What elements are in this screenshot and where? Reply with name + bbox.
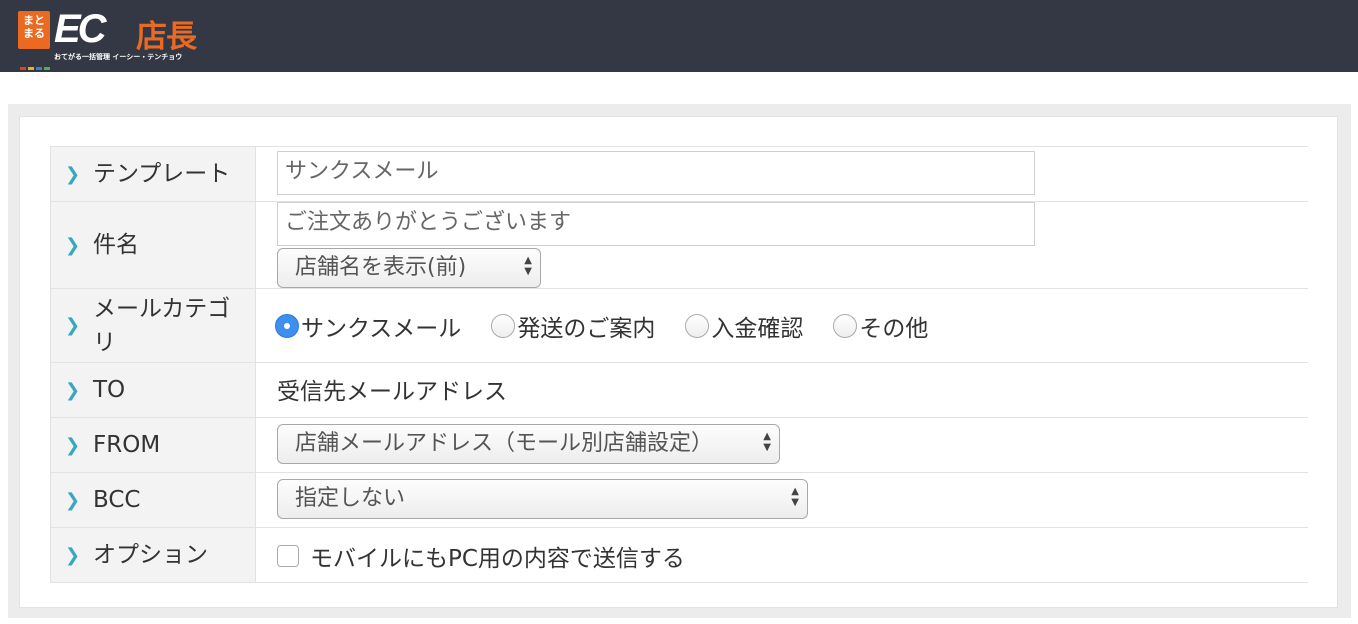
mobile-pc-checkbox-label: モバイルにもPC用の内容で送信する bbox=[310, 546, 685, 572]
chevron-right-icon: ❯ bbox=[65, 544, 81, 566]
template-label: テンプレート bbox=[93, 161, 231, 187]
radio-selected-icon[interactable] bbox=[275, 314, 299, 338]
row-label: ❯ 件名 bbox=[50, 202, 256, 288]
radio-other[interactable]: その他 bbox=[833, 309, 928, 343]
chevron-right-icon: ❯ bbox=[65, 434, 81, 456]
mobile-pc-content-option[interactable]: モバイルにもPC用の内容で送信する bbox=[277, 539, 685, 573]
row-from: ❯ FROM 店舗メールアドレス（モール別店舗設定） ▲ ▼ bbox=[50, 418, 1308, 473]
ec-tencho-logo[interactable]: まと まる EC 店長 おてがる一括管理 イーシー・テンチョウ bbox=[18, 7, 210, 70]
chevron-right-icon: ❯ bbox=[65, 163, 81, 185]
chevron-right-icon: ❯ bbox=[65, 315, 81, 336]
row-bcc: ❯ BCC 指定しない ▲ ▼ bbox=[50, 473, 1308, 528]
radio-thanks-mail[interactable]: サンクスメール bbox=[275, 309, 461, 343]
row-label: ❯ メールカテゴリ bbox=[50, 289, 256, 362]
row-category: ❯ メールカテゴリ サンクスメール 発送のご案内 入金確認 その他 bbox=[50, 289, 1308, 363]
category-label: メールカテゴリ bbox=[93, 295, 231, 356]
radio-unselected-icon[interactable] bbox=[685, 314, 710, 338]
row-subject: ❯ 件名 ご注文ありがとうございます 店舗名を表示(前) ▲ ▼ bbox=[50, 202, 1308, 289]
mail-category-radio-group: サンクスメール 発送のご案内 入金確認 その他 bbox=[275, 309, 958, 343]
row-template: ❯ テンプレート サンクスメール bbox=[50, 146, 1308, 202]
bcc-select[interactable]: 指定しない ▲ ▼ bbox=[277, 479, 808, 519]
select-arrows-icon: ▲ ▼ bbox=[791, 486, 799, 508]
subject-label: 件名 bbox=[93, 232, 139, 258]
chevron-right-icon: ❯ bbox=[65, 234, 81, 256]
radio-unselected-icon[interactable] bbox=[491, 314, 516, 338]
row-label: ❯ FROM bbox=[50, 418, 256, 472]
row-label: ❯ オプション bbox=[50, 528, 256, 582]
radio-payment-confirmed[interactable]: 入金確認 bbox=[685, 309, 803, 343]
from-select-value: 店舗メールアドレス（モール別店舗設定） bbox=[295, 431, 714, 456]
row-to: ❯ TO 受信先メールアドレス bbox=[50, 363, 1308, 418]
bcc-label: BCC bbox=[93, 487, 141, 513]
logo-subtitle: おてがる一括管理 イーシー・テンチョウ bbox=[54, 53, 183, 61]
shop-name-position-select[interactable]: 店舗名を表示(前) ▲ ▼ bbox=[277, 248, 541, 288]
row-option: ❯ オプション モバイルにもPC用の内容で送信する bbox=[50, 528, 1308, 583]
to-value: 受信先メールアドレス bbox=[277, 379, 507, 405]
from-label: FROM bbox=[93, 432, 161, 458]
row-label: ❯ BCC bbox=[50, 473, 256, 527]
from-address-select[interactable]: 店舗メールアドレス（モール別店舗設定） ▲ ▼ bbox=[277, 424, 780, 464]
logo-color-dots bbox=[20, 55, 52, 74]
chevron-right-icon: ❯ bbox=[65, 379, 81, 401]
mail-form-table: ❯ テンプレート サンクスメール ❯ 件名 ご注文ありがとうございます 店舗名を… bbox=[50, 146, 1308, 583]
logo-badge: まと まる bbox=[18, 11, 50, 49]
subject-input[interactable]: ご注文ありがとうございます bbox=[277, 202, 1035, 246]
bcc-select-value: 指定しない bbox=[295, 486, 406, 511]
top-bar: まと まる EC 店長 おてがる一括管理 イーシー・テンチョウ bbox=[0, 0, 1358, 72]
option-label: オプション bbox=[93, 542, 208, 568]
logo-tencho-text: 店長 bbox=[136, 19, 197, 55]
row-label: ❯ TO bbox=[50, 363, 256, 417]
radio-unselected-icon[interactable] bbox=[833, 314, 858, 338]
select-arrows-icon: ▲ ▼ bbox=[763, 431, 771, 453]
radio-shipping-notice[interactable]: 発送のご案内 bbox=[491, 309, 655, 343]
select-arrows-icon: ▲ ▼ bbox=[524, 255, 532, 277]
logo-ec-text: EC bbox=[54, 7, 107, 51]
to-label: TO bbox=[93, 377, 126, 403]
chevron-right-icon: ❯ bbox=[65, 489, 81, 511]
shop-name-select-value: 店舗名を表示(前) bbox=[295, 255, 467, 280]
template-input[interactable]: サンクスメール bbox=[277, 151, 1035, 195]
mobile-pc-checkbox[interactable] bbox=[277, 545, 299, 567]
row-label: ❯ テンプレート bbox=[50, 147, 256, 201]
